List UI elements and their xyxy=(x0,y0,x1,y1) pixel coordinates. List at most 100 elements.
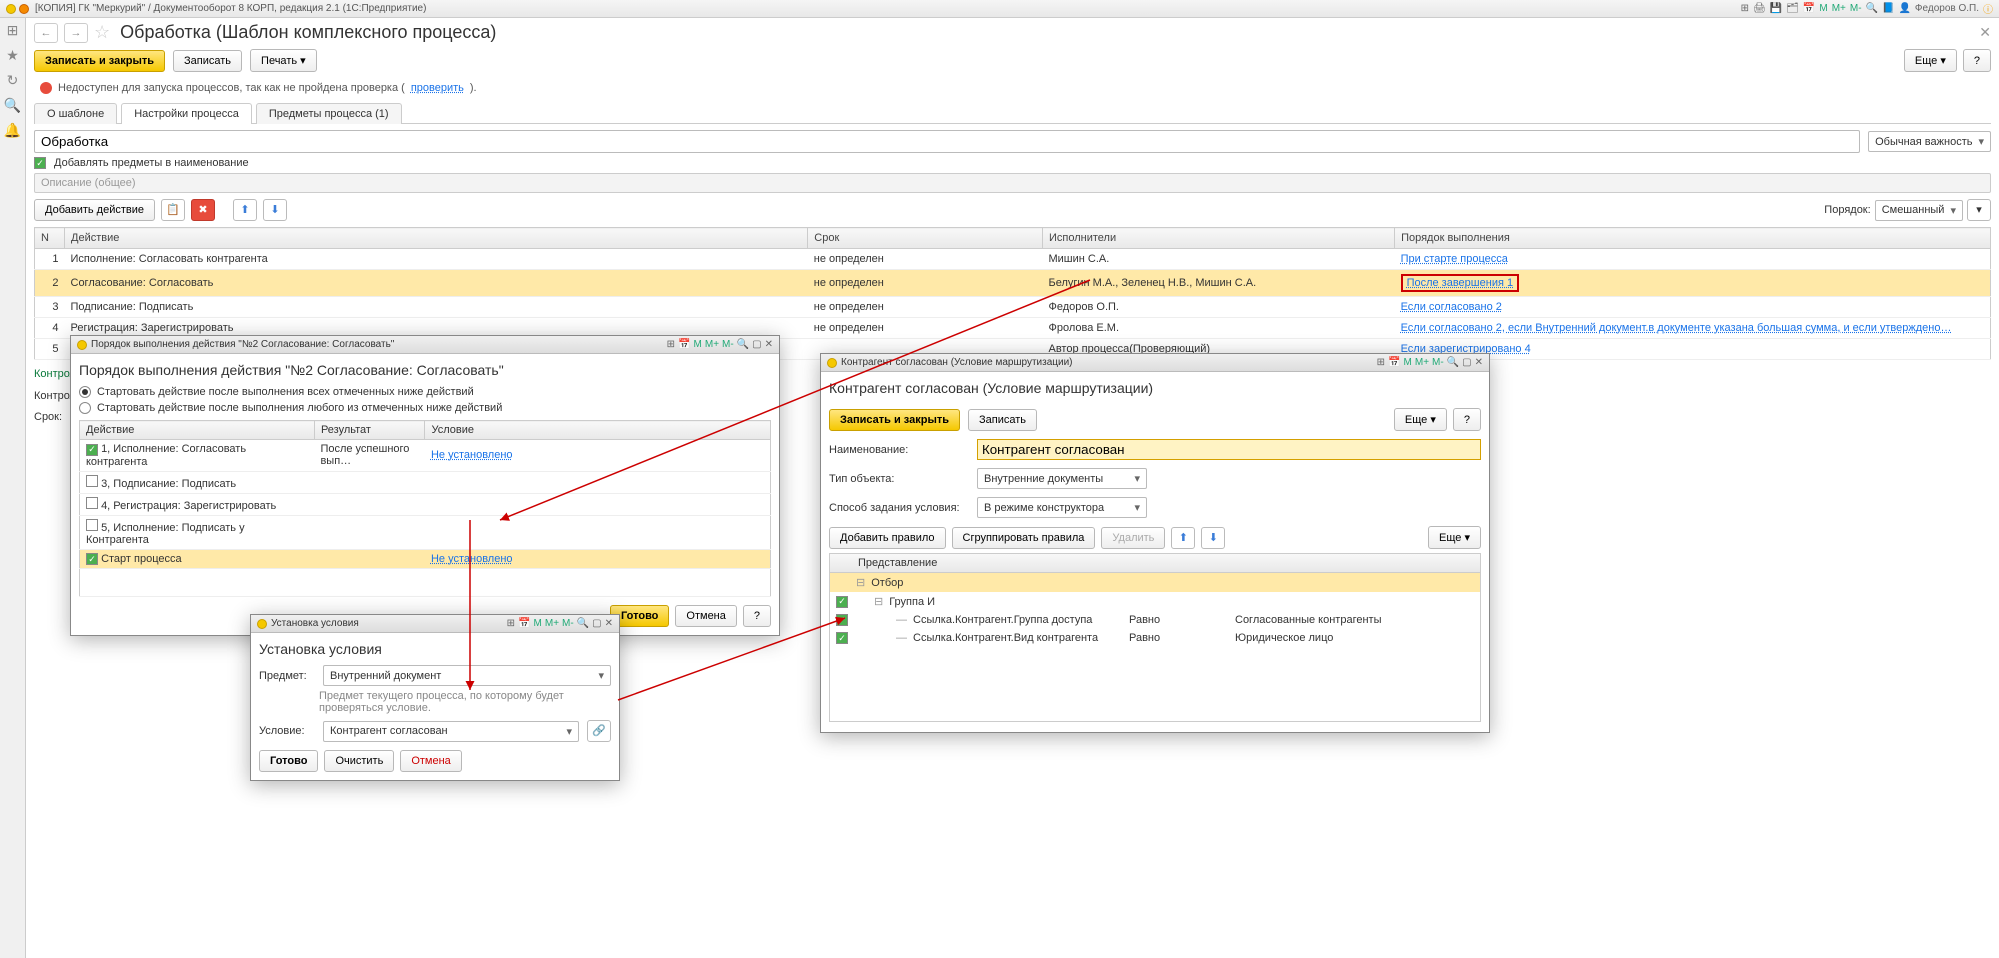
cancel-button[interactable]: Отмена xyxy=(675,605,736,627)
wnd-icon[interactable]: 🔍 xyxy=(577,618,589,629)
process-name-input[interactable] xyxy=(34,130,1860,153)
row-checkbox[interactable] xyxy=(86,444,98,456)
favorite-star[interactable]: ☆ xyxy=(94,22,110,43)
table-row[interactable]: 1 Исполнение: Согласовать контрагента не… xyxy=(35,249,1991,270)
star-icon[interactable]: ★ xyxy=(6,47,19,64)
group-rules-button[interactable]: Сгруппировать правила xyxy=(952,527,1096,549)
wnd-icon[interactable]: 🔍 xyxy=(1447,357,1459,368)
col-executors[interactable]: Исполнители xyxy=(1042,228,1394,249)
radio-all[interactable] xyxy=(79,386,91,398)
type-select[interactable]: Внутренние документы▾ xyxy=(977,468,1147,489)
order-link[interactable]: Если согласовано 2 xyxy=(1401,301,1502,313)
tree-row[interactable]: — Ссылка.Контрагент.Группа доступа Равно… xyxy=(830,611,1480,629)
toolbar-icon[interactable]: ⊞ xyxy=(1741,3,1749,14)
tree-row[interactable]: — Ссылка.Контрагент.Вид контрагента Равн… xyxy=(830,629,1480,647)
subject-select[interactable]: Внутренний документ▾ xyxy=(323,665,611,686)
close-icon[interactable]: ✕ xyxy=(605,618,613,629)
cancel-button[interactable]: Отмена xyxy=(400,750,461,772)
nav-back[interactable]: ← xyxy=(34,23,58,43)
col-order[interactable]: Порядок выполнения xyxy=(1395,228,1991,249)
condition-select[interactable]: Контрагент согласован▾ xyxy=(323,721,579,742)
print-button[interactable]: Печать ▾ xyxy=(250,49,317,72)
name-input[interactable] xyxy=(977,439,1481,460)
tree-row[interactable]: ⊟ Отбор xyxy=(830,573,1480,592)
add-action-button[interactable]: Добавить действие xyxy=(34,199,155,221)
user-icon[interactable]: 👤 xyxy=(1898,3,1910,14)
save-close-button[interactable]: Записать и закрыть xyxy=(34,50,165,72)
table-row[interactable]: 4, Регистрация: Зарегистрировать xyxy=(80,493,771,515)
order-link[interactable]: При старте процесса xyxy=(1401,253,1508,265)
save-icon[interactable]: 💾 xyxy=(1770,3,1782,14)
tab-about[interactable]: О шаблоне xyxy=(34,103,117,124)
add-subjects-checkbox[interactable] xyxy=(34,157,46,169)
wnd-icon[interactable]: M- xyxy=(722,339,734,350)
close-icon[interactable]: ✕ xyxy=(765,339,773,350)
row-checkbox[interactable] xyxy=(86,497,98,509)
info-icon[interactable]: ⓘ xyxy=(1983,1,1993,16)
table-row[interactable]: 5, Исполнение: Подписать у Контрагента xyxy=(80,515,771,549)
order-extra[interactable]: ▾ xyxy=(1967,199,1991,221)
row-checkbox[interactable] xyxy=(86,553,98,565)
wnd-icon[interactable]: ⊞ xyxy=(507,618,515,629)
more-button[interactable]: Еще ▾ xyxy=(1428,526,1481,549)
wnd-icon[interactable]: M+ xyxy=(705,339,719,350)
table-row[interactable]: Старт процесса Не установлено xyxy=(80,549,771,569)
table-row[interactable]: 3, Подписание: Подписать xyxy=(80,471,771,493)
help-button[interactable]: ? xyxy=(743,605,771,627)
check-link[interactable]: проверить xyxy=(411,82,464,94)
calendar-icon[interactable]: 📅 xyxy=(1803,3,1815,14)
tab-subjects[interactable]: Предметы процесса (1) xyxy=(256,103,402,124)
row-checkbox[interactable] xyxy=(86,519,98,531)
description-input[interactable]: Описание (общее) xyxy=(34,173,1991,193)
move-down-icon[interactable]: ⬇ xyxy=(1201,527,1225,549)
tree-header[interactable]: Представление xyxy=(830,554,1480,573)
collapse-icon[interactable]: ⊟ xyxy=(856,576,865,589)
order-link[interactable]: Если согласовано 2, если Внутренний доку… xyxy=(1401,322,1952,334)
wnd-icon[interactable]: ▢ xyxy=(752,339,761,350)
radio-any[interactable] xyxy=(79,402,91,414)
table-row[interactable]: 2 Согласование: Согласовать не определен… xyxy=(35,270,1991,297)
search-icon[interactable]: 🔍 xyxy=(4,97,21,114)
tree-row[interactable]: ⊟ Группа И xyxy=(830,592,1480,611)
m-minus-icon[interactable]: M- xyxy=(1850,3,1862,14)
m-plus-icon[interactable]: M+ xyxy=(1832,3,1846,14)
wnd-icon[interactable]: ▢ xyxy=(592,618,601,629)
collapse-icon[interactable]: ⊟ xyxy=(874,595,883,608)
order-link[interactable]: После завершения 1 xyxy=(1401,274,1520,292)
save-close-button[interactable]: Записать и закрыть xyxy=(829,409,960,431)
tab-settings[interactable]: Настройки процесса xyxy=(121,103,252,124)
table-row[interactable]: 3 Подписание: Подписать не определен Фед… xyxy=(35,297,1991,318)
wnd-icon[interactable]: M xyxy=(1404,357,1412,368)
move-up-icon[interactable]: ⬆ xyxy=(233,199,257,221)
help-button[interactable]: ? xyxy=(1453,408,1481,431)
zoom-icon[interactable]: 🔍 xyxy=(1866,3,1878,14)
order-select[interactable]: Смешанный▾ xyxy=(1875,200,1963,221)
help-button[interactable]: ? xyxy=(1963,49,1991,72)
col-n[interactable]: N xyxy=(35,228,65,249)
wnd-icon[interactable]: M+ xyxy=(1415,357,1429,368)
mode-select[interactable]: В режиме конструктора▾ xyxy=(977,497,1147,518)
nav-fwd[interactable]: → xyxy=(64,23,88,43)
delete-icon[interactable]: ✖ xyxy=(191,199,215,221)
copy-icon[interactable]: 📋 xyxy=(161,199,185,221)
wnd-icon[interactable]: M+ xyxy=(545,618,559,629)
row-checkbox[interactable] xyxy=(86,475,98,487)
more-button[interactable]: Еще ▾ xyxy=(1394,408,1447,431)
tree-checkbox[interactable] xyxy=(836,614,848,626)
bell-icon[interactable]: 🔔 xyxy=(4,122,21,139)
close-page[interactable]: ✕ xyxy=(1979,24,1991,41)
importance-select[interactable]: Обычная важность▾ xyxy=(1868,131,1991,152)
wnd-icon[interactable]: ▢ xyxy=(1462,357,1471,368)
condition-open-icon[interactable]: 🔗 xyxy=(587,720,611,742)
tree-checkbox[interactable] xyxy=(836,632,848,644)
wnd-icon[interactable]: 📅 xyxy=(518,618,530,629)
user-name[interactable]: Федоров О.П. xyxy=(1915,3,1979,14)
save-button[interactable]: Записать xyxy=(173,50,242,72)
wnd-icon[interactable]: 🔍 xyxy=(737,339,749,350)
print-icon[interactable]: 🖨 xyxy=(1753,3,1766,14)
move-up-icon[interactable]: ⬆ xyxy=(1171,527,1195,549)
history-icon[interactable]: ↻ xyxy=(7,72,19,89)
wnd-icon[interactable]: 📅 xyxy=(678,339,690,350)
book-icon[interactable]: 📘 xyxy=(1882,3,1894,14)
wnd-icon[interactable]: ⊞ xyxy=(1377,357,1385,368)
